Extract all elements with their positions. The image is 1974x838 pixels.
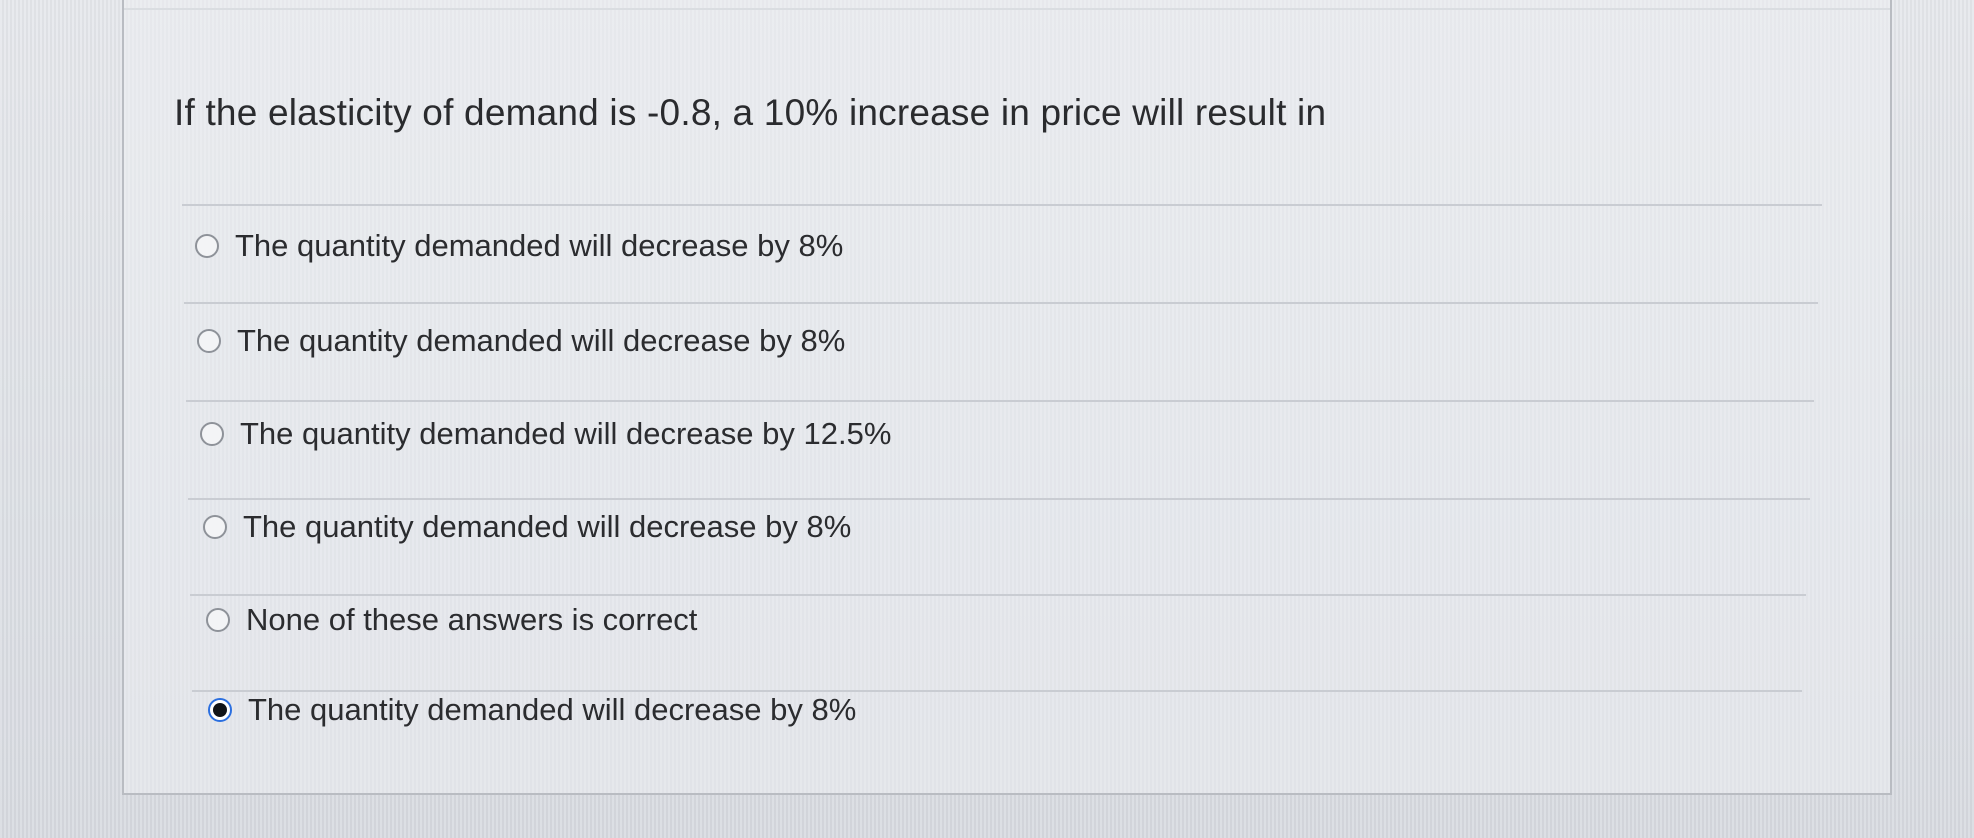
answer-option[interactable]: The quantity demanded will decrease by 8… [197,323,845,359]
answer-option-selected[interactable]: The quantity demanded will decrease by 8… [208,692,856,728]
answer-option-label: None of these answers is correct [246,602,698,637]
answer-option[interactable]: The quantity demanded will decrease by 8… [203,509,851,545]
answer-option[interactable]: None of these answers is correct [206,602,697,638]
radio-button[interactable] [197,329,221,353]
divider [188,498,1810,500]
answer-option-label: The quantity demanded will decrease by 8… [237,323,846,358]
answer-option-label: The quantity demanded will decrease by 1… [240,416,892,451]
answer-option[interactable]: The quantity demanded will decrease by 8… [195,228,843,264]
radio-button[interactable] [195,234,219,258]
divider [184,302,1818,304]
radio-button-selected[interactable] [208,698,232,722]
divider [186,400,1814,402]
radio-button[interactable] [203,515,227,539]
answer-option-label: The quantity demanded will decrease by 8… [243,509,852,544]
answer-option[interactable]: The quantity demanded will decrease by 1… [200,416,891,452]
divider [190,594,1806,596]
radio-button[interactable] [200,422,224,446]
question-text: If the elasticity of demand is -0.8, a 1… [174,92,1327,133]
answer-option-label: The quantity demanded will decrease by 8… [248,692,857,727]
answer-option-label: The quantity demanded will decrease by 8… [235,228,844,263]
divider [182,204,1822,206]
radio-button[interactable] [206,608,230,632]
